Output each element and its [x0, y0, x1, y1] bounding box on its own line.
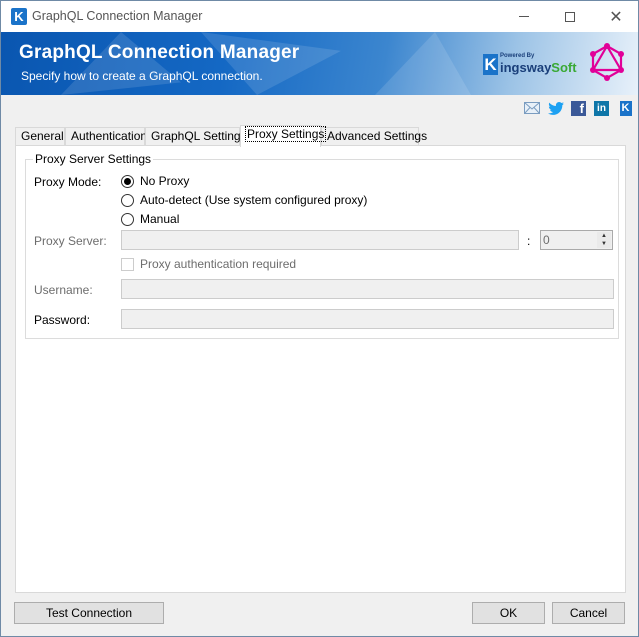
banner-decoration: [375, 32, 471, 95]
checkbox-label: Proxy authentication required: [140, 257, 297, 271]
tab-proxy-settings[interactable]: Proxy Settings: [240, 125, 327, 147]
ok-button[interactable]: OK: [472, 602, 545, 624]
powered-by-text: Powered By: [500, 53, 535, 59]
tab-label: Authentication: [71, 129, 148, 143]
kingswaysoft-icon[interactable]: K: [617, 99, 634, 117]
close-icon: ✕: [609, 8, 623, 26]
tab-label: Proxy Settings: [244, 126, 327, 142]
brand-name: ingswaySoft: [500, 60, 577, 75]
password-label: Password:: [34, 313, 91, 327]
radio-label: No Proxy: [140, 174, 190, 188]
proxy-settings-panel: Proxy Server Settings Proxy Mode: No Pro…: [15, 145, 626, 593]
tab-general[interactable]: General: [15, 127, 65, 146]
radio-no-proxy[interactable]: No Proxy: [121, 174, 189, 188]
port-spinner[interactable]: 0 ▲ ▼: [540, 230, 613, 250]
radio-manual[interactable]: Manual: [121, 212, 179, 226]
kingswaysoft-logo: K Powered By ingswaySoft: [483, 52, 577, 76]
cancel-button[interactable]: Cancel: [552, 602, 625, 624]
app-icon: K: [11, 8, 27, 25]
tab-advanced-settings[interactable]: Advanced Settings: [321, 127, 427, 146]
graphql-logo-icon: [590, 43, 624, 81]
maximize-button[interactable]: [547, 1, 593, 32]
radio-button[interactable]: [121, 174, 134, 188]
title-bar: K GraphQL Connection Manager ✕: [1, 1, 638, 32]
password-input[interactable]: [121, 309, 614, 329]
minimize-button[interactable]: [501, 1, 547, 32]
radio-button[interactable]: [121, 193, 134, 207]
group-title: Proxy Server Settings: [33, 152, 154, 166]
minimize-icon: [519, 16, 529, 17]
test-connection-button[interactable]: Test Connection: [14, 602, 164, 624]
proxy-server-label: Proxy Server:: [34, 234, 107, 248]
checkbox[interactable]: [121, 257, 134, 271]
dialog-window: K GraphQL Connection Manager ✕ GraphQL C…: [0, 0, 639, 637]
window-title: GraphQL Connection Manager: [32, 9, 203, 23]
close-button[interactable]: ✕: [593, 1, 639, 32]
spin-down-icon[interactable]: ▼: [597, 240, 611, 248]
brand-name-suffix: Soft: [551, 60, 577, 75]
radio-button[interactable]: [121, 212, 134, 226]
banner-title: GraphQL Connection Manager: [19, 42, 300, 63]
proxy-mode-label: Proxy Mode:: [34, 175, 102, 189]
radio-auto-detect[interactable]: Auto-detect (Use system configured proxy…: [121, 193, 367, 207]
username-label: Username:: [34, 283, 93, 297]
radio-label: Auto-detect (Use system configured proxy…: [140, 193, 368, 207]
spinner-buttons: ▲ ▼: [597, 232, 611, 248]
maximize-icon: [565, 11, 575, 22]
tab-label: GraphQL Settings: [151, 129, 247, 143]
mail-icon[interactable]: [523, 99, 540, 117]
linkedin-icon[interactable]: in: [593, 99, 610, 117]
tab-label: Advanced Settings: [327, 129, 428, 143]
kingswaysoft-k-mark: K: [483, 54, 498, 75]
brand-name-main: ingsway: [500, 60, 552, 75]
proxy-server-settings-group: Proxy Server Settings Proxy Mode: No Pro…: [25, 152, 619, 339]
facebook-icon[interactable]: f: [570, 99, 587, 117]
proxy-server-input[interactable]: [121, 230, 519, 250]
twitter-icon[interactable]: [547, 99, 564, 117]
radio-selected-dot: [124, 177, 131, 185]
proxy-auth-required-checkbox[interactable]: Proxy authentication required: [121, 257, 296, 271]
header-banner: GraphQL Connection Manager Specify how t…: [1, 32, 638, 95]
spin-up-icon[interactable]: ▲: [597, 232, 611, 240]
port-separator: :: [527, 234, 531, 248]
username-input[interactable]: [121, 279, 614, 299]
radio-label: Manual: [140, 212, 180, 226]
port-value: 0: [543, 233, 550, 247]
banner-subtitle: Specify how to create a GraphQL connecti…: [21, 69, 263, 83]
tab-graphql-settings[interactable]: GraphQL Settings: [145, 127, 247, 146]
tab-authentication[interactable]: Authentication: [65, 127, 148, 146]
tab-label: General: [21, 129, 64, 143]
